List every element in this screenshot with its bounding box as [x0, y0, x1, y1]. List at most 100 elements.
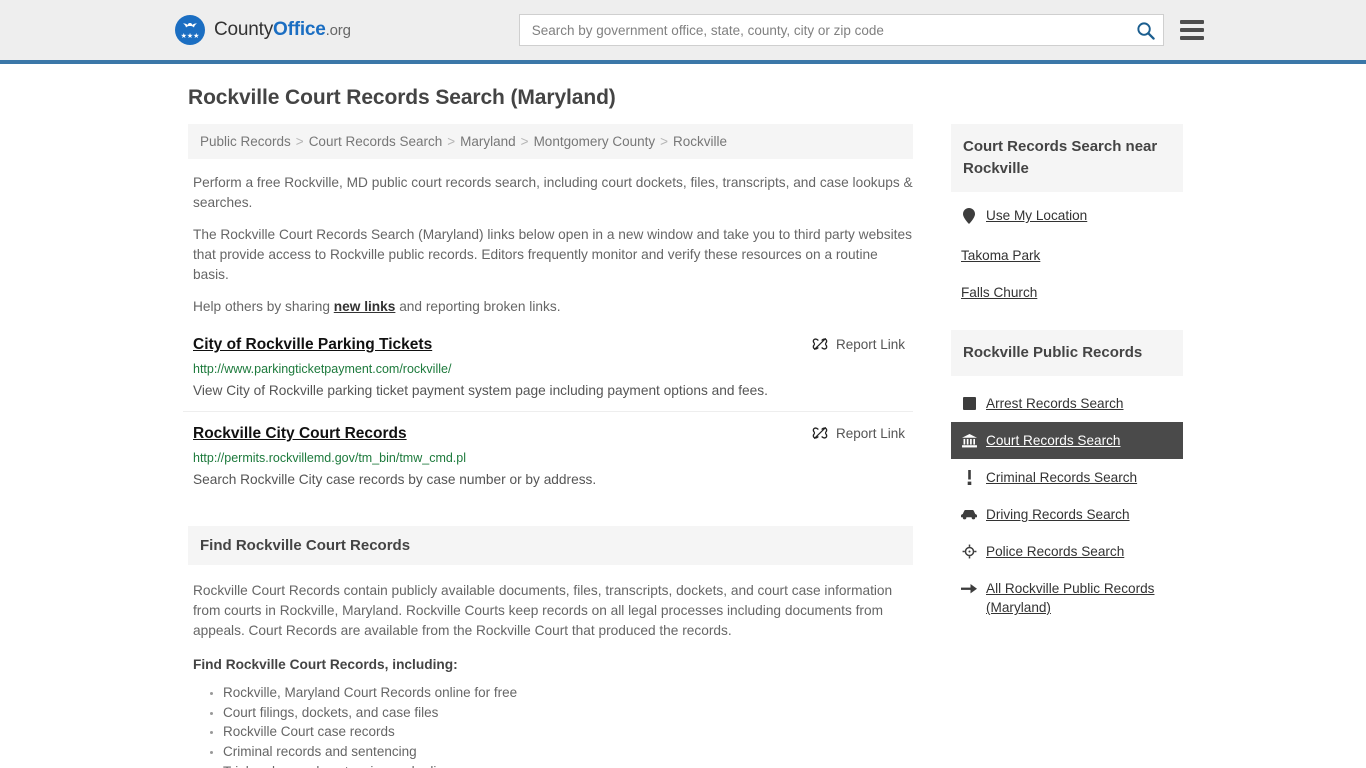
sidebar-record-label[interactable]: Court Records Search — [986, 431, 1120, 450]
logo-wordmark: CountyOffice.org — [214, 19, 351, 41]
breadcrumb-item-maryland[interactable]: Maryland — [460, 134, 516, 149]
result-header: Rockville City Court Records Report Link — [193, 424, 913, 444]
sidebar-record-item: Criminal Records Search — [951, 459, 1183, 496]
header-inner: ★★★ CountyOffice.org — [175, 0, 1204, 60]
site-logo-link[interactable]: ★★★ CountyOffice.org — [175, 15, 351, 45]
find-section-list-lead: Find Rockville Court Records, including: — [193, 657, 458, 672]
sidebar-nearby-label[interactable]: Use My Location — [986, 206, 1087, 225]
content-columns: Public Records > Court Records Search > Mary… — [183, 124, 1183, 768]
report-link-label: Report Link — [835, 425, 905, 441]
breadcrumb-separator: > — [660, 134, 669, 149]
hamburger-menu-icon-bar — [1179, 20, 1204, 24]
breadcrumb: Public Records > Court Records Search > Mary… — [188, 124, 913, 159]
sidebar-public-records-block: Rockville Public Records Arrest Records … — [951, 330, 1183, 626]
exclamation-icon — [961, 470, 977, 486]
hamburger-menu-button[interactable] — [1179, 20, 1204, 40]
sidebar-nearby-item: Use My Location — [951, 192, 1183, 234]
list-item: Criminal records and sentencing — [223, 742, 913, 762]
broken-link-icon — [812, 427, 828, 439]
sidebar-item-police-records-search[interactable]: Police Records Search — [951, 533, 1183, 570]
sidebar-record-item: Court Records Search — [951, 422, 1183, 459]
countyoffice-logo-icon: ★★★ — [175, 15, 205, 45]
main-column: Public Records > Court Records Search > Mary… — [183, 124, 913, 768]
sidebar: Court Records Search near Rockville Use … — [951, 124, 1183, 632]
search-box[interactable] — [518, 14, 1164, 46]
list-item: Rockville, Maryland Court Records online… — [223, 683, 913, 703]
sidebar-record-label[interactable]: Driving Records Search — [986, 505, 1130, 524]
sidebar-public-records-heading: Rockville Public Records — [951, 330, 1183, 376]
sidebar-nearby-item: Falls Church — [951, 277, 1183, 314]
intro-paragraph-2: The Rockville Court Records Search (Mary… — [193, 227, 912, 282]
intro-p3-before: Help others by sharing — [193, 299, 334, 314]
sidebar-record-item: Driving Records Search — [951, 496, 1183, 533]
logo-org-text: .org — [325, 22, 351, 39]
logo-stars: ★★★ — [180, 33, 200, 40]
find-section-paragraph: Rockville Court Records contain publicly… — [193, 583, 893, 638]
result-title-link[interactable]: Rockville City Court Records — [193, 424, 407, 444]
police-badge-icon — [961, 544, 977, 560]
courthouse-icon — [961, 433, 977, 449]
breadcrumb-item-montgomery-county[interactable]: Montgomery County — [534, 134, 656, 149]
sidebar-record-label[interactable]: All Rockville Public Records (Maryland) — [986, 579, 1173, 617]
hamburger-menu-icon-bar — [1179, 28, 1204, 32]
report-link-button[interactable]: Report Link — [812, 424, 913, 441]
page-title: Rockville Court Records Search (Maryland… — [188, 86, 616, 109]
fingerprint-icon — [961, 396, 977, 412]
eagle-icon — [183, 23, 197, 28]
sidebar-record-item: Arrest Records Search — [951, 385, 1183, 422]
sidebar-item-driving-records-search[interactable]: Driving Records Search — [951, 496, 1183, 533]
sidebar-item-use-my-location[interactable]: Use My Location — [951, 192, 1183, 234]
sidebar-record-label[interactable]: Criminal Records Search — [986, 468, 1137, 487]
sidebar-record-label[interactable]: Police Records Search — [986, 542, 1124, 561]
sidebar-nearby-label[interactable]: Takoma Park — [961, 246, 1040, 265]
breadcrumb-separator: > — [520, 134, 529, 149]
breadcrumb-item-rockville[interactable]: Rockville — [673, 134, 727, 149]
result-item: Rockville City Court Records Report Link — [183, 424, 913, 500]
hamburger-menu-icon-bar — [1179, 36, 1204, 40]
result-description: View City of Rockville parking ticket pa… — [193, 383, 768, 398]
sidebar-item-criminal-records-search[interactable]: Criminal Records Search — [951, 459, 1183, 496]
sidebar-item-arrest-records-search[interactable]: Arrest Records Search — [951, 385, 1183, 422]
map-pin-icon — [961, 207, 977, 224]
report-link-button[interactable]: Report Link — [812, 335, 913, 352]
find-section-body: Rockville Court Records contain publicly… — [183, 565, 913, 768]
sidebar-nearby-item: Takoma Park — [951, 234, 1183, 277]
sidebar-item-all-public-records[interactable]: All Rockville Public Records (Maryland) — [951, 570, 1183, 626]
list-item: Trial and appeal sentencing and rulings — [223, 762, 913, 768]
sidebar-item-takoma-park[interactable]: Takoma Park — [951, 234, 1183, 277]
result-title-link[interactable]: City of Rockville Parking Tickets — [193, 335, 432, 355]
sidebar-nearby-heading: Court Records Search near Rockville — [951, 124, 1183, 192]
result-list: City of Rockville Parking Tickets Report… — [183, 335, 913, 500]
breadcrumb-separator: > — [447, 134, 456, 149]
sidebar-record-label[interactable]: Arrest Records Search — [986, 394, 1124, 413]
breadcrumb-item-public-records[interactable]: Public Records — [200, 134, 291, 149]
breadcrumb-separator: > — [295, 134, 304, 149]
find-section-list: Rockville, Maryland Court Records online… — [193, 683, 913, 768]
result-item: City of Rockville Parking Tickets Report… — [183, 335, 913, 412]
result-url: http://www.parkingticketpayment.com/rock… — [193, 362, 452, 376]
sidebar-nearby-label[interactable]: Falls Church — [961, 283, 1037, 302]
header-search-area — [518, 14, 1204, 46]
result-url: http://permits.rockvillemd.gov/tm_bin/tm… — [193, 451, 467, 465]
breadcrumb-item-court-records-search[interactable]: Court Records Search — [309, 134, 443, 149]
search-button[interactable] — [1134, 21, 1157, 40]
list-item: Court filings, dockets, and case files — [223, 703, 913, 723]
sidebar-record-item: All Rockville Public Records (Maryland) — [951, 570, 1183, 626]
sidebar-item-court-records-search[interactable]: Court Records Search — [951, 422, 1183, 459]
result-header: City of Rockville Parking Tickets Report… — [193, 335, 913, 355]
arrow-right-icon — [961, 581, 977, 597]
sidebar-nearby-block: Court Records Search near Rockville Use … — [951, 124, 1183, 314]
car-icon — [961, 507, 977, 523]
sidebar-public-records-list: Arrest Records Search Court Records Sear… — [951, 385, 1183, 626]
result-description: Search Rockville City case records by ca… — [193, 472, 597, 487]
sidebar-item-falls-church[interactable]: Falls Church — [951, 277, 1183, 314]
intro-paragraph-3: Help others by sharing new links and rep… — [183, 297, 913, 317]
new-links-link[interactable]: new links — [334, 299, 396, 314]
find-section-heading: Find Rockville Court Records — [188, 526, 913, 565]
search-input[interactable] — [529, 15, 1134, 45]
search-icon — [1137, 21, 1155, 40]
report-link-label: Report Link — [835, 336, 905, 352]
broken-link-icon — [812, 338, 828, 350]
sidebar-record-item: Police Records Search — [951, 533, 1183, 570]
